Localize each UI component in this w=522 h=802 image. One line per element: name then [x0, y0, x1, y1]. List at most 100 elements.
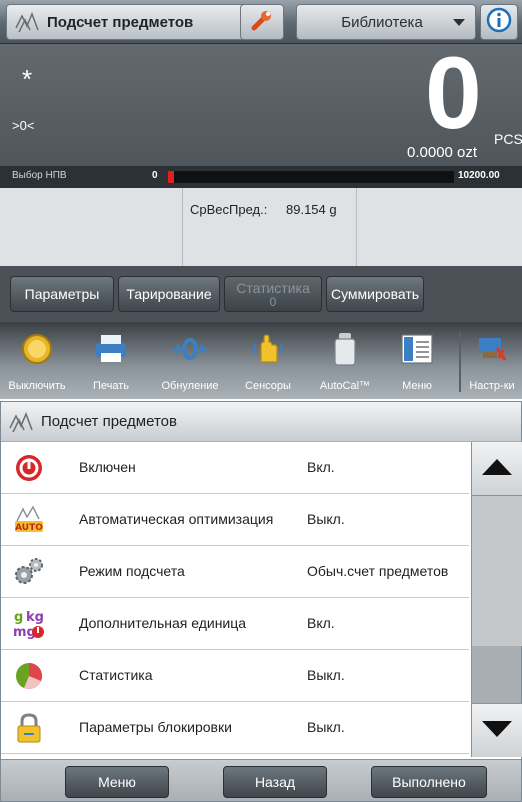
zero-icon [146, 328, 234, 370]
capacity-min: 0 [152, 170, 158, 181]
svg-text:AUTO: AUTO [15, 523, 43, 533]
done-label: Выполнено [392, 774, 466, 790]
accumulate-button[interactable]: Суммировать [326, 276, 424, 312]
lock-icon [11, 710, 47, 746]
power-off-icon [0, 328, 74, 370]
menu-footer-button[interactable]: Меню [65, 766, 169, 798]
application-settings-button[interactable] [240, 4, 284, 40]
list-item-value: Выкл. [307, 719, 345, 735]
autocal-button[interactable]: AutoCal™ [310, 328, 380, 398]
back-button[interactable]: Назад [223, 766, 327, 798]
reference-field-area: СрВесПред.: 89.154 g [0, 188, 522, 266]
softkey-row: Параметры Тарирование Статистика 0 Сумми… [0, 266, 522, 322]
reference-cell-left [0, 188, 183, 266]
list-item-secondary-unit[interactable]: g kg mg Дополнительная единица Вкл. [1, 598, 469, 650]
menu-label: Меню [402, 380, 432, 392]
settings-screen: Подсчет предметов Включен Вкл. AUTO Авто… [0, 401, 522, 802]
count-unit: PCS [494, 131, 522, 147]
accumulate-label: Суммировать [330, 286, 420, 302]
list-item-statistics[interactable]: Статистика Выкл. [1, 650, 469, 702]
page-title: Подсчет предметов [41, 413, 177, 430]
list-item-auto-optimization[interactable]: AUTO Автоматическая оптимизация Выкл. [1, 494, 469, 546]
list-item-value: Выкл. [307, 511, 345, 527]
secondary-weight: 0.0000 ozt [407, 144, 478, 161]
parameters-button[interactable]: Параметры [10, 276, 114, 312]
done-button[interactable]: Выполнено [371, 766, 487, 798]
list-item-value: Выкл. [307, 667, 345, 683]
list-item-label: Статистика [79, 667, 153, 683]
application-selector[interactable]: Подсчет предметов [6, 4, 276, 40]
statistics-button[interactable]: Статистика 0 [224, 276, 322, 312]
power-off-button[interactable]: Выключить [0, 328, 74, 398]
settings-button[interactable]: Настр-ки [462, 328, 522, 398]
list-item-value: Обыч.счет предметов [307, 563, 449, 579]
units-icon: g kg mg [11, 606, 47, 642]
library-selector[interactable]: Библиотека [296, 4, 476, 40]
sensors-label: Сенсоры [245, 380, 291, 392]
scroll-down-button[interactable] [472, 703, 522, 757]
triangle-down-icon [481, 720, 513, 742]
svg-text:kg: kg [26, 610, 44, 625]
tare-button[interactable]: Тарирование [118, 276, 220, 312]
list-item-label: Включен [79, 459, 136, 475]
weight-display: * >0< 0 PCS 0.0000 ozt [0, 36, 522, 166]
list-item-label: Дополнительная единица [79, 615, 247, 631]
list-item-label: Режим подсчета [79, 563, 185, 579]
capacity-bar [168, 171, 454, 183]
autocal-label: AutoCal™ [319, 380, 371, 392]
scrollbar[interactable] [471, 442, 522, 757]
footer-bar: Меню Назад Выполнено [1, 759, 521, 801]
bottom-toolbar: Выключить Печать Обнуление Сенсоры AutoC… [0, 322, 522, 399]
capacity-bar-row: Выбор НПВ 0 10200.00 [0, 166, 522, 188]
list-item-label: Параметры блокировки [79, 719, 232, 735]
center-of-zero-indicator: >0< [12, 118, 35, 133]
settings-label: Настр-ки [469, 380, 515, 392]
parts-counting-icon [1, 403, 41, 441]
scrollbar-thumb[interactable] [472, 496, 522, 646]
stability-indicator: * [22, 64, 33, 94]
capacity-bar-fill [168, 171, 174, 183]
settings-title-bar: Подсчет предметов [1, 402, 521, 442]
capacity-max: 10200.00 [458, 170, 500, 181]
statistics-count: 0 [269, 295, 277, 309]
toolbar-divider [459, 332, 461, 392]
autocal-weight-icon [310, 328, 380, 370]
power-off-label: Выключить [8, 380, 66, 392]
sensors-button[interactable]: Сенсоры [234, 328, 302, 398]
list-item-value: Вкл. [307, 615, 335, 631]
list-item-label: Автоматическая оптимизация [79, 511, 274, 527]
info-button[interactable] [480, 4, 518, 40]
parts-counting-icon [7, 5, 47, 39]
printer-icon [76, 328, 146, 370]
parameters-label: Параметры [24, 286, 100, 302]
average-piece-weight-label: СрВесПред.: [190, 202, 268, 217]
list-item-count-mode[interactable]: Режим подсчета Обыч.счет предметов [1, 546, 469, 598]
gears-icon [11, 554, 47, 590]
sensor-hand-icon [234, 328, 302, 370]
settings-list: Включен Вкл. AUTO Автоматическая оптимиз… [1, 442, 469, 757]
power-icon [11, 450, 47, 486]
library-label: Библиотека [341, 13, 423, 31]
menu-footer-label: Меню [98, 774, 136, 790]
menu-icon [382, 328, 452, 370]
settings-icon [462, 328, 522, 370]
statistics-pie-icon [11, 658, 47, 694]
list-item-lock-settings[interactable]: Параметры блокировки Выкл. [1, 702, 469, 754]
reference-cell-middle [183, 188, 357, 266]
triangle-up-icon [481, 458, 513, 480]
chevron-down-icon [453, 18, 465, 26]
zero-button[interactable]: Обнуление [146, 328, 234, 398]
tare-label: Тарирование [126, 286, 212, 302]
wrench-icon [249, 7, 275, 37]
application-name: Подсчет предметов [47, 13, 194, 31]
capacity-label: Выбор НПВ [12, 170, 67, 181]
list-item-enabled[interactable]: Включен Вкл. [1, 442, 469, 494]
statistics-label: Статистика [236, 280, 310, 296]
back-label: Назад [254, 774, 296, 790]
menu-button[interactable]: Меню [382, 328, 452, 398]
scroll-up-button[interactable] [472, 442, 522, 496]
count-reading: 0 [425, 36, 482, 150]
main-screen: Подсчет предметов Библиотека * >0< 0 PCS… [0, 0, 522, 399]
svg-text:g: g [14, 610, 23, 625]
print-button[interactable]: Печать [76, 328, 146, 398]
